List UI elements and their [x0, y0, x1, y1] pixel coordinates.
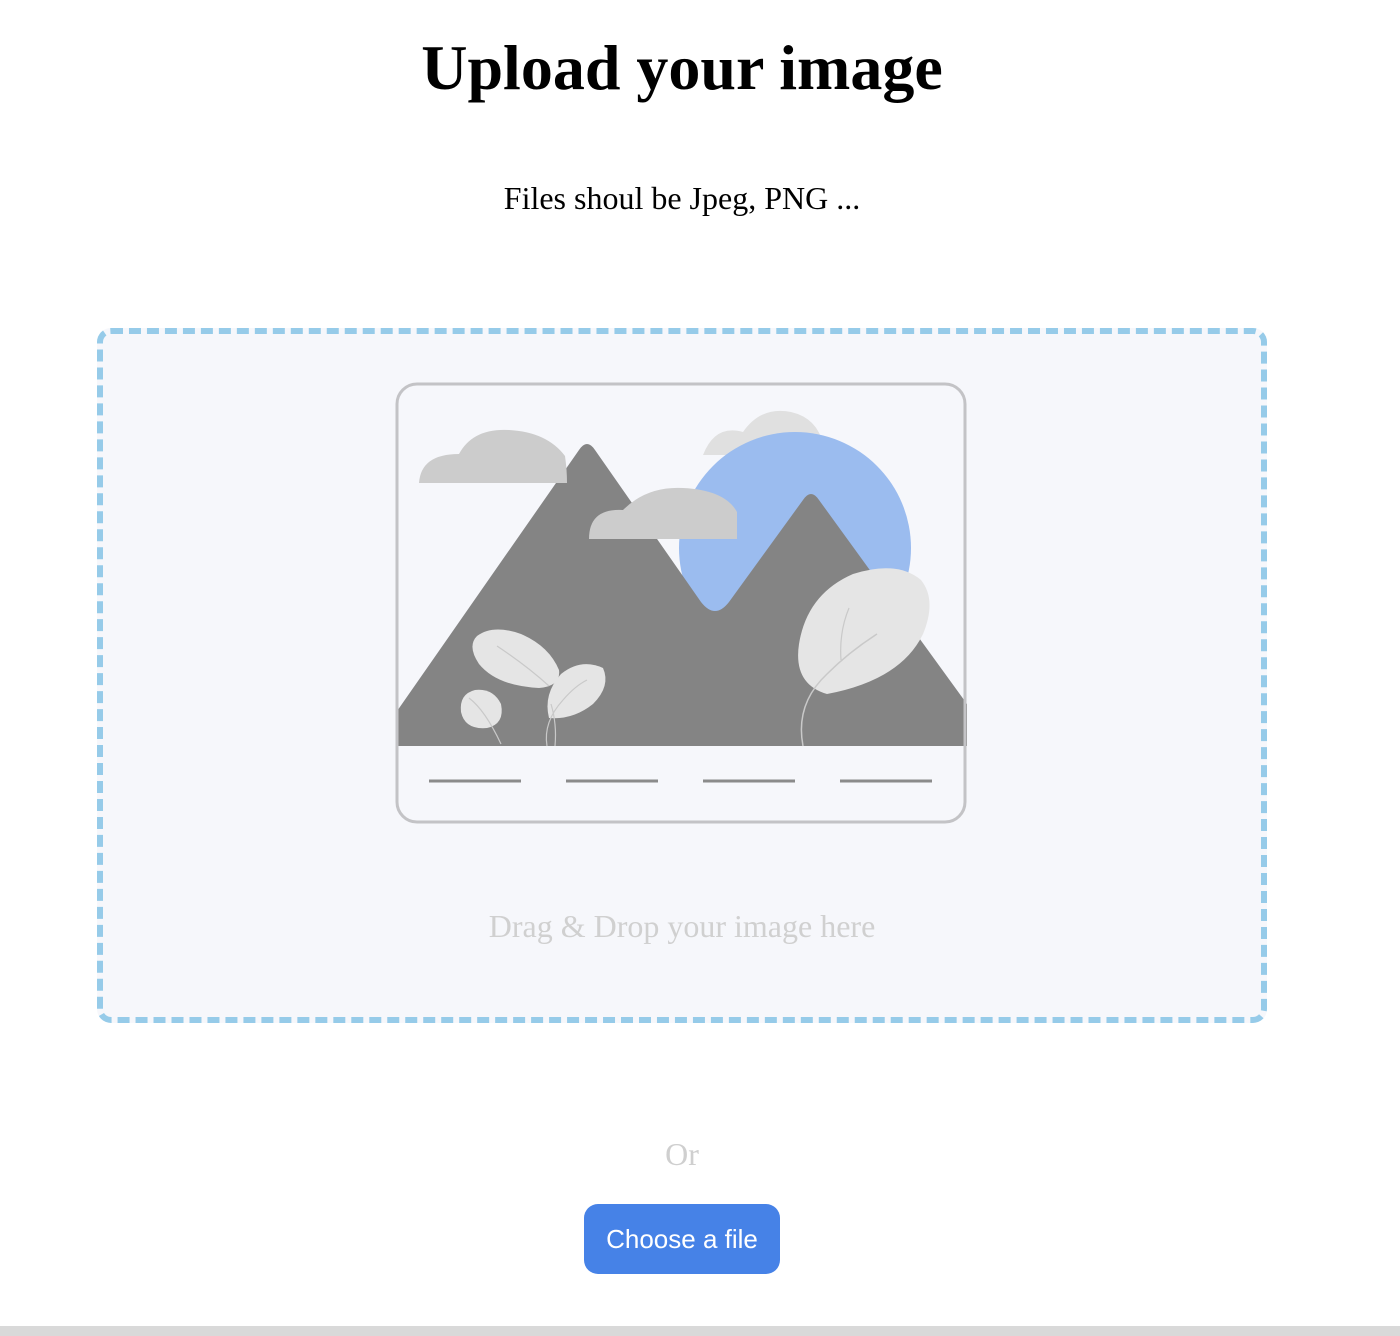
drop-hint: Drag & Drop your image here	[488, 908, 876, 944]
page-title: Upload your image	[421, 32, 943, 103]
drop-zone[interactable]: Drag & Drop your image here	[97, 328, 1267, 1023]
window-bottom-edge	[0, 1326, 1400, 1336]
choose-file-button[interactable]: Choose a file	[584, 1204, 780, 1274]
file-type-hint: Files shoul be Jpeg, PNG ...	[503, 180, 861, 216]
or-divider: Or	[665, 1136, 699, 1172]
cloud-left	[419, 429, 567, 483]
image-placeholder-icon	[395, 382, 967, 824]
